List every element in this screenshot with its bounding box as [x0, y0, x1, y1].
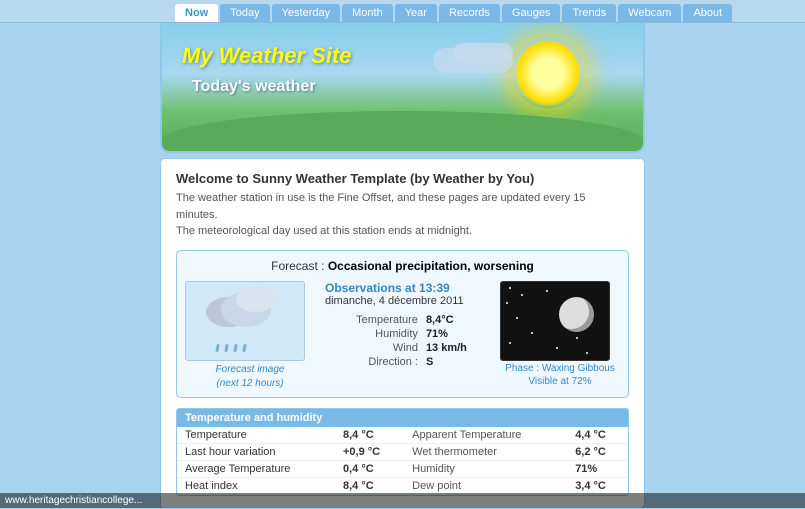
obs-value: 8,4°C [422, 313, 490, 327]
hills-decoration [162, 111, 643, 151]
forecast-image-box: Forecast image (next 12 hours) [185, 281, 315, 389]
obs-value: 71% [422, 327, 490, 341]
table-row: Direction : S [325, 355, 490, 369]
observations-panel: Observations at 13:39 dimanche, 4 décemb… [325, 281, 490, 369]
obs-label: Wind [325, 341, 422, 355]
temp-label: Dew point [404, 477, 567, 494]
temp-value: 8,4 °C [335, 477, 404, 494]
forecast-body: Forecast image (next 12 hours) Observati… [185, 281, 620, 389]
table-row: Humidity 71% [325, 327, 490, 341]
table-row: Wind 13 km/h [325, 341, 490, 355]
table-row: Temperature 8,4°C [325, 313, 490, 327]
nav-records[interactable]: Records [439, 4, 500, 22]
header-banner: My Weather Site Today's weather [160, 23, 645, 153]
obs-label: Humidity [325, 327, 422, 341]
nav-webcam[interactable]: Webcam [618, 4, 681, 22]
table-row: Temperature 8,4 °C Apparent Temperature … [177, 427, 628, 444]
nav-year[interactable]: Year [395, 4, 437, 22]
observations-date: dimanche, 4 décembre 2011 [325, 295, 490, 307]
footer-bar: www.heritagechristiancollege... [0, 493, 805, 508]
temp-value: 71% [567, 460, 628, 477]
page-subtitle: Today's weather [192, 78, 316, 96]
observations-table: Temperature 8,4°C Humidity 71% Wind 13 k… [325, 313, 490, 369]
temp-value: 3,4 °C [567, 477, 628, 494]
temp-label: Last hour variation [177, 443, 335, 460]
temp-label: Humidity [404, 460, 567, 477]
observations-title: Observations at 13:39 [325, 281, 490, 295]
table-row: Last hour variation +0,9 °C Wet thermome… [177, 443, 628, 460]
nav-trends[interactable]: Trends [562, 4, 616, 22]
navigation-bar: Now Today Yesterday Month Year Records G… [0, 0, 805, 23]
temp-value: 0,4 °C [335, 460, 404, 477]
temp-value: 6,2 °C [567, 443, 628, 460]
site-title: My Weather Site [182, 43, 352, 69]
footer-url: www.heritagechristiancollege... [5, 495, 142, 506]
obs-label: Temperature [325, 313, 422, 327]
nav-about[interactable]: About [683, 4, 732, 22]
moon-box: Phase : Waxing Gibbous Visible at 72% [500, 281, 620, 387]
forecast-image [185, 281, 305, 361]
nav-yesterday[interactable]: Yesterday [272, 4, 341, 22]
temp-label: Wet thermometer [404, 443, 567, 460]
nav-gauges[interactable]: Gauges [502, 4, 561, 22]
rain-icon [216, 344, 246, 352]
clouds-decoration [433, 43, 553, 83]
welcome-title: Welcome to Sunny Weather Template (by We… [176, 171, 629, 186]
temp-label: Heat index [177, 477, 335, 494]
obs-label: Direction : [325, 355, 422, 369]
moon-visible-label: Visible at 72% [500, 376, 620, 387]
forecast-section: Forecast : Occasional precipitation, wor… [176, 250, 629, 398]
temp-label: Temperature [177, 427, 335, 444]
forecast-title: Forecast : Occasional precipitation, wor… [185, 259, 620, 273]
nav-month[interactable]: Month [342, 4, 393, 22]
temperature-table: Temperature 8,4 °C Apparent Temperature … [177, 427, 628, 495]
temp-table-header: Temperature and humidity [177, 409, 628, 427]
moon-circle [559, 297, 594, 332]
forecast-description: Occasional precipitation, worsening [328, 259, 534, 273]
nav-now[interactable]: Now [175, 4, 218, 22]
temperature-section: Temperature and humidity Temperature 8,4… [176, 408, 629, 496]
main-content: Welcome to Sunny Weather Template (by We… [160, 158, 645, 509]
nav-today[interactable]: Today [220, 4, 269, 22]
table-row: Heat index 8,4 °C Dew point 3,4 °C [177, 477, 628, 494]
obs-value: 13 km/h [422, 341, 490, 355]
forecast-image-sublabel: (next 12 hours) [185, 378, 315, 389]
temp-value: 4,4 °C [567, 427, 628, 444]
obs-value: S [422, 355, 490, 369]
temp-value: +0,9 °C [335, 443, 404, 460]
moon-phase-label: Phase : Waxing Gibbous [500, 363, 620, 374]
temp-label: Apparent Temperature [404, 427, 567, 444]
table-row: Average Temperature 0,4 °C Humidity 71% [177, 460, 628, 477]
temp-label: Average Temperature [177, 460, 335, 477]
forecast-image-label: Forecast image [185, 364, 315, 375]
welcome-line1: The weather station in use is the Fine O… [176, 190, 629, 223]
moon-image [500, 281, 610, 361]
temp-value: 8,4 °C [335, 427, 404, 444]
welcome-line2: The meteorological day used at this stat… [176, 223, 629, 240]
